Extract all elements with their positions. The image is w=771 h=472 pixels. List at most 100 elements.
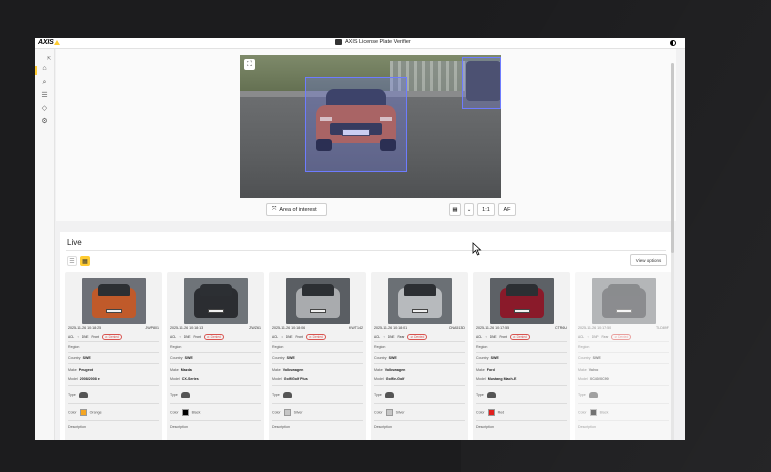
home-icon[interactable]: ⌂ xyxy=(40,64,49,73)
detection-box-secondary xyxy=(462,57,501,109)
detection-card[interactable]: 2025-11-26 10:18:06 KWT142 ACL ↕ DNE Fro… xyxy=(269,272,366,440)
thumbnail-window xyxy=(98,284,130,296)
divider xyxy=(578,385,669,386)
acl-tag: ACL xyxy=(170,335,177,339)
divider xyxy=(374,363,465,364)
thumbnail-plate xyxy=(106,309,122,313)
color-swatch xyxy=(283,409,291,416)
side-tag: Front xyxy=(499,335,507,339)
divider xyxy=(476,352,567,353)
color-field: Color Orange xyxy=(68,409,102,416)
status-text: Denied xyxy=(312,335,323,339)
vehicle-thumbnail[interactable] xyxy=(490,278,554,324)
app-icon xyxy=(335,39,342,45)
acl-tag: ACL xyxy=(476,335,483,339)
type-label: Type xyxy=(68,392,76,397)
divider xyxy=(578,420,669,421)
side-tag: Front xyxy=(295,335,303,339)
gear-icon[interactable]: ⚙ xyxy=(40,117,49,126)
plate-number: KWT142 xyxy=(349,326,363,330)
detection-card[interactable]: 2025-11-26 10:17:50 TLD89F ACL ↑ DNP Rea… xyxy=(575,272,672,440)
search-icon[interactable]: ⌕ xyxy=(40,78,49,87)
description-field: Description xyxy=(272,425,290,429)
list-tag: DNE xyxy=(81,335,89,339)
country-value: SWE xyxy=(490,356,499,360)
list-tag: DNE xyxy=(183,335,191,339)
make-value: Volkswagen xyxy=(282,368,304,372)
model-label: Model xyxy=(170,377,180,381)
detection-box xyxy=(305,77,407,172)
view-toggle: ☰ ▦ xyxy=(67,256,90,266)
divider xyxy=(68,352,159,353)
live-video[interactable]: ⛶ xyxy=(240,55,501,198)
region-icon[interactable]: ◇ xyxy=(40,104,49,113)
make-label: Make xyxy=(68,368,77,372)
scrollbar-thumb[interactable] xyxy=(671,63,674,253)
type-field: Type xyxy=(578,392,598,398)
direction-tag: ↑ xyxy=(77,335,79,339)
fullscreen-icon[interactable]: ⛶ xyxy=(244,59,255,70)
vehicle-thumbnail[interactable] xyxy=(592,278,656,324)
list-view-icon[interactable]: ☰ xyxy=(67,256,77,266)
model-value: Golf/Golf Plus xyxy=(283,377,308,381)
denied-icon: ⊘ xyxy=(104,335,108,339)
model-label: Model xyxy=(68,377,78,381)
tags-row: ACL ↑ DNE Front ⊘ Denied xyxy=(170,334,224,340)
type-field: Type xyxy=(476,392,496,398)
vehicle-thumbnail[interactable] xyxy=(82,278,146,324)
color-label: Color xyxy=(374,410,383,415)
sidebar: ⇱ ⌂ ⌕ ☰ ◇ ⚙ xyxy=(35,49,55,440)
color-value: Black xyxy=(599,410,609,415)
live-title: Live xyxy=(67,238,82,247)
detection-card[interactable]: 2025-11-26 10:18:25 JWP801 ACL ↑ DNE Fro… xyxy=(65,272,162,440)
direction-tag: ↑ xyxy=(179,335,181,339)
color-label: Color xyxy=(170,410,179,415)
area-of-interest-button[interactable]: ⤧ Area of interest xyxy=(266,203,327,216)
detection-card[interactable]: 2025-11-26 10:18:13 ZWZ61 ACL ↑ DNE Fron… xyxy=(167,272,264,440)
color-value: Silver xyxy=(395,410,405,415)
device-frame: AXIS AXIS License Plate Verifier ⇱ ⌂ ⌕ ☰… xyxy=(0,0,771,472)
divider xyxy=(476,420,567,421)
expand-sidebar-icon[interactable]: ⇱ xyxy=(47,56,51,62)
description-label: Description xyxy=(374,425,392,429)
country-value: SWE xyxy=(286,356,295,360)
type-field: Type xyxy=(68,392,88,398)
autofocus-button[interactable]: AF xyxy=(498,203,516,216)
grid-view-icon[interactable]: ▦ xyxy=(80,256,90,266)
make-label: Make xyxy=(476,368,485,372)
make-value: Mazda xyxy=(180,368,192,372)
thumbnail-plate xyxy=(310,309,326,313)
vehicle-thumbnail[interactable] xyxy=(388,278,452,324)
acl-tag: ACL xyxy=(578,335,585,339)
list-tag: DNP xyxy=(591,335,599,339)
zoom-one-to-one-button[interactable]: 1:1 xyxy=(477,203,495,216)
view-options-button[interactable]: View options xyxy=(630,254,667,266)
snapshot-icon[interactable]: ▦ xyxy=(449,203,461,216)
timestamp-row: 2025-11-26 10:17:50 TLD89F xyxy=(578,326,669,330)
side-tag: Rear xyxy=(601,335,609,339)
vehicle-thumbnail[interactable] xyxy=(184,278,248,324)
detection-card[interactable]: 2025-11-26 10:17:55 CTR6U ACL ↑ DNE Fron… xyxy=(473,272,570,440)
type-field: Type xyxy=(374,392,394,398)
side-tag: Front xyxy=(193,335,201,339)
model-value: Golf/e-Golf xyxy=(385,377,405,381)
vehicle-thumbnail[interactable] xyxy=(286,278,350,324)
color-swatch xyxy=(487,409,495,416)
thumbnail-window xyxy=(302,284,334,296)
make-field: Make Peugeot xyxy=(68,368,93,372)
detection-card[interactable]: 2025-11-26 10:18:01 CNA513D ACL ↑ DNE Re… xyxy=(371,272,468,440)
status-text: Denied xyxy=(516,335,527,339)
divider xyxy=(374,341,465,342)
divider xyxy=(578,352,669,353)
timestamp: 2025-11-26 10:18:01 xyxy=(374,326,408,330)
description-field: Description xyxy=(578,425,596,429)
country-value: SWE xyxy=(592,356,601,360)
region-label: Region xyxy=(374,345,386,349)
theme-toggle-icon[interactable] xyxy=(670,40,676,46)
color-swatch xyxy=(181,409,189,416)
list-icon[interactable]: ☰ xyxy=(40,91,49,100)
make-label: Make xyxy=(374,368,383,372)
description-label: Description xyxy=(476,425,494,429)
area-of-interest-icon: ⤧ xyxy=(272,206,277,212)
chevron-down-icon[interactable]: ⌄ xyxy=(464,203,474,216)
